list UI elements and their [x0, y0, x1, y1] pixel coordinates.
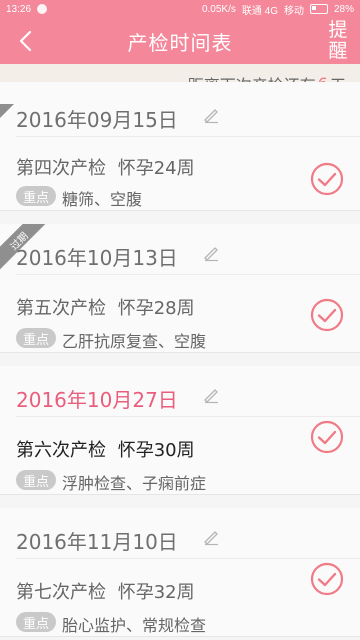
visit-number: 第七次产检: [16, 582, 106, 603]
page-title: 产检时间表: [127, 30, 233, 55]
check-circle-icon[interactable]: [310, 420, 344, 454]
carrier-2: 移动: [283, 5, 304, 17]
edit-icon[interactable]: [202, 106, 220, 124]
key-badge: 重点: [16, 470, 56, 490]
check-circle-icon[interactable]: [310, 162, 344, 196]
card-divider: [16, 274, 360, 275]
checkup-visit: 第六次产检 怀孕30周: [16, 436, 195, 462]
check-circle-icon[interactable]: [310, 298, 344, 332]
edit-icon[interactable]: [202, 244, 220, 262]
network-speed: 0.05K/s: [201, 3, 236, 15]
checkup-notes: 浮肿检查、子痫前症: [62, 474, 207, 493]
pregnancy-week: 怀孕24周: [117, 158, 195, 179]
checkup-card[interactable]: 2016年09月15日 第四次产检 怀孕24周 重点 糖筛、空腹: [0, 82, 360, 211]
key-badge: 重点: [16, 328, 56, 348]
key-badge: 重点: [16, 612, 56, 632]
edit-icon[interactable]: [202, 528, 220, 546]
visit-number: 第五次产检: [16, 298, 106, 319]
app-bar: 产检时间表 提醒: [0, 18, 360, 64]
notification-icon: [37, 4, 48, 14]
checkup-card[interactable]: 2016年11月10日 第七次产检 怀孕32周 重点 胎心监护、常规检查: [0, 508, 360, 637]
checkup-notes: 胎心监护、常规检查: [62, 616, 207, 635]
checkup-date: 2016年09月15日: [16, 108, 178, 132]
checkup-date: 2016年11月10日: [16, 530, 178, 554]
battery-icon: [309, 4, 328, 14]
checkup-card[interactable]: 过期 2016年10月13日 第五次产检 怀孕28周 重点 乙肝抗原复查、空腹: [0, 224, 360, 353]
checkup-visit: 第四次产检 怀孕24周: [16, 154, 195, 180]
remind-button[interactable]: 提醒: [328, 20, 348, 62]
visit-number: 第四次产检: [16, 158, 106, 179]
checkup-visit: 第五次产检 怀孕28周: [16, 294, 195, 320]
status-bar: 13:26 0.05K/s 联通 4G 移动 28%: [0, 0, 360, 18]
battery-level: 28%: [333, 3, 354, 15]
checkup-date: 2016年10月13日: [16, 246, 178, 270]
check-circle-icon[interactable]: [310, 562, 344, 596]
status-time: 13:26: [6, 3, 32, 15]
checkup-notes: 糖筛、空腹: [62, 190, 143, 209]
pregnancy-week: 怀孕28周: [117, 298, 195, 319]
edit-icon[interactable]: [202, 386, 220, 404]
card-divider: [16, 136, 360, 137]
carrier-1: 联通 4G: [241, 5, 278, 17]
visit-number: 第六次产检: [16, 440, 106, 461]
checkup-date: 2016年10月27日: [16, 388, 178, 412]
expired-corner: [0, 104, 14, 118]
checkup-notes: 乙肝抗原复查、空腹: [62, 332, 207, 351]
checkup-visit: 第七次产检 怀孕32周: [16, 578, 195, 604]
pregnancy-week: 怀孕30周: [117, 440, 195, 461]
key-badge: 重点: [16, 186, 56, 206]
pregnancy-week: 怀孕32周: [117, 582, 195, 603]
card-divider: [16, 558, 360, 559]
checkup-card[interactable]: 2016年10月27日 第六次产检 怀孕30周 重点 浮肿检查、子痫前症: [0, 366, 360, 495]
card-divider: [16, 416, 360, 417]
